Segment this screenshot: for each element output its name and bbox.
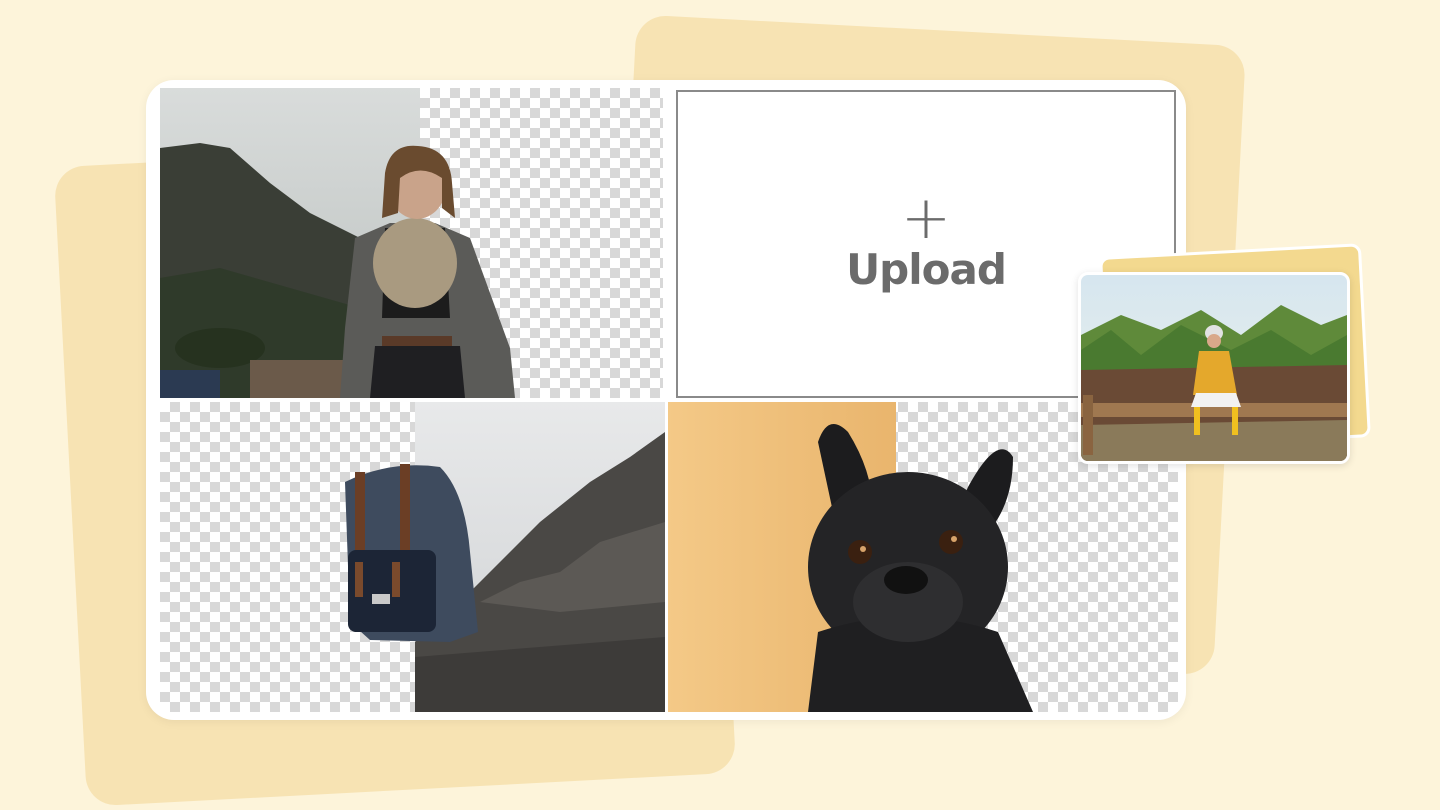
upload-label: Upload [846, 244, 1007, 294]
woman-photo [160, 88, 515, 398]
preview-thumbnail[interactable] [1078, 272, 1350, 464]
image-tile-woman[interactable] [160, 88, 663, 398]
plus-icon: + [900, 182, 952, 253]
image-tile-backpack[interactable] [160, 402, 665, 712]
forest-photo [1081, 275, 1347, 461]
backpack-photo [345, 402, 665, 712]
